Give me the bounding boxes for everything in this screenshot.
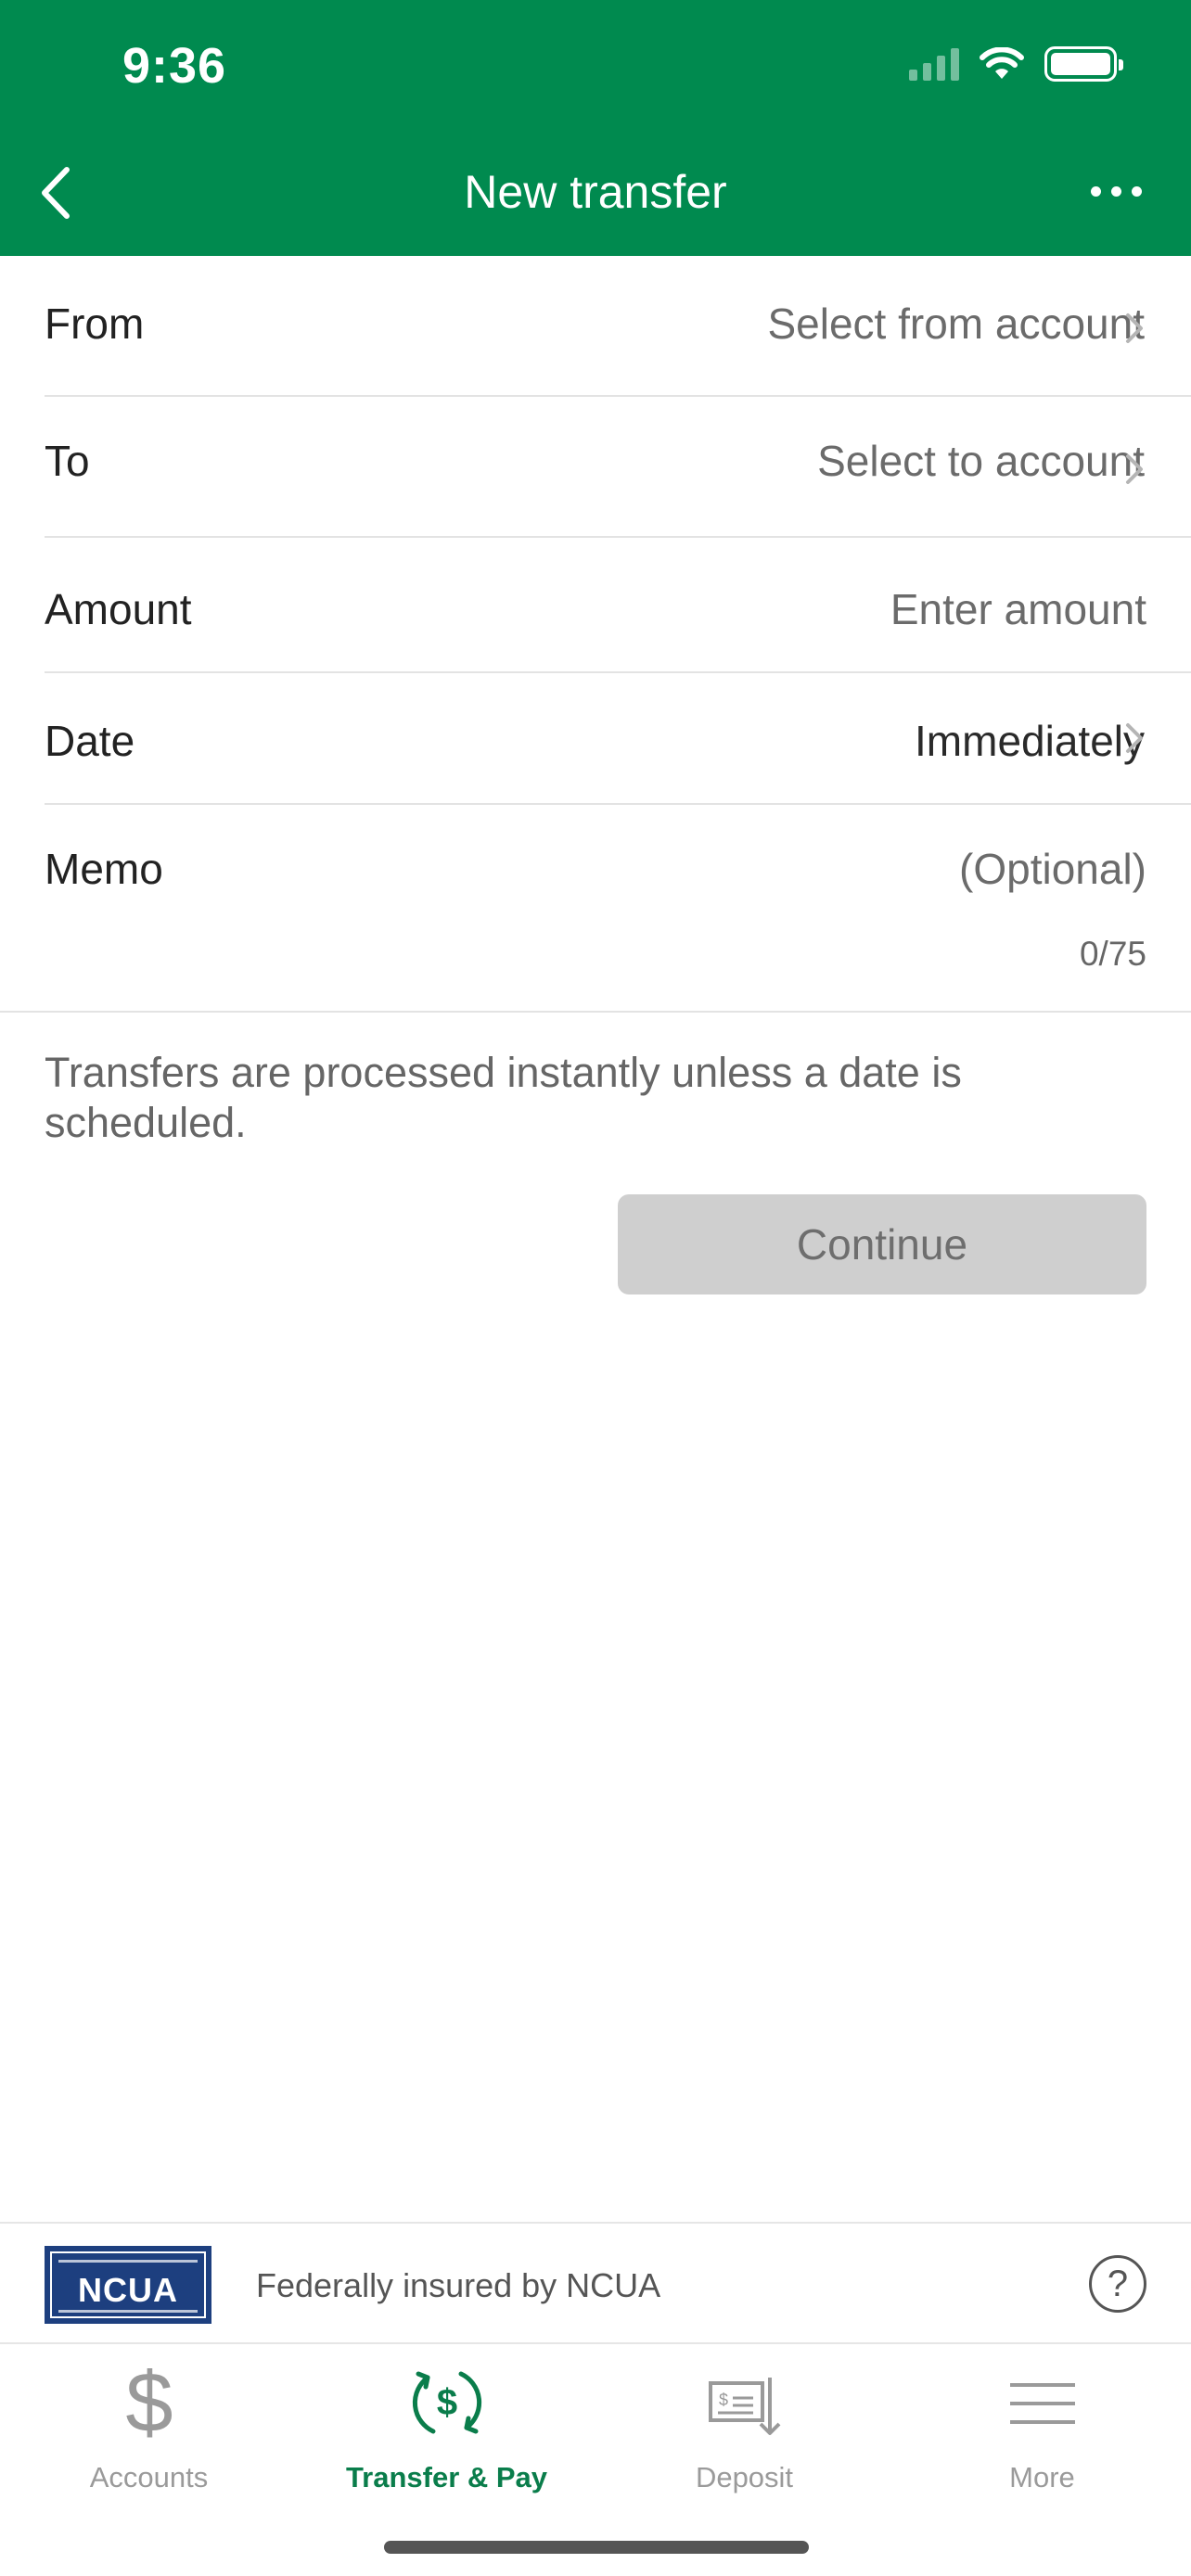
amount-input[interactable]: Enter amount xyxy=(890,584,1146,634)
status-time: 9:36 xyxy=(122,38,227,94)
from-label: From xyxy=(45,300,145,348)
ncua-logo: NCUA xyxy=(45,2246,211,2324)
memo-input[interactable]: (Optional) xyxy=(959,844,1146,894)
to-account-row[interactable]: To Select to account xyxy=(45,397,1191,538)
tab-label: Transfer & Pay xyxy=(345,2461,548,2493)
wifi-icon xyxy=(980,47,1024,79)
date-row[interactable]: Date Immediately xyxy=(45,673,1191,805)
dollar-icon: $ xyxy=(125,2363,173,2442)
dot-icon xyxy=(1131,185,1142,197)
tab-label: More xyxy=(1009,2461,1075,2493)
tab-transfer-pay[interactable]: $ Transfer & Pay xyxy=(298,2344,596,2493)
from-account-row[interactable]: From Select from account xyxy=(45,256,1191,397)
status-icons xyxy=(909,46,1123,82)
more-options-button[interactable] xyxy=(1074,163,1158,219)
chevron-right-icon xyxy=(1126,313,1143,343)
cellular-signal-icon xyxy=(909,47,959,81)
continue-button[interactable]: Continue xyxy=(618,1194,1146,1294)
deposit-check-icon: $ xyxy=(708,2378,780,2435)
svg-text:$: $ xyxy=(436,2382,456,2423)
svg-text:$: $ xyxy=(718,2391,727,2409)
dot-icon xyxy=(1090,185,1101,197)
app-header: 9:36 New transfer xyxy=(0,0,1191,256)
memo-label: Memo xyxy=(45,845,163,893)
tab-label: Deposit xyxy=(695,2461,794,2493)
date-label: Date xyxy=(45,717,135,765)
ncua-insured-text: Federally insured by NCUA xyxy=(256,2266,661,2304)
amount-label: Amount xyxy=(45,585,192,633)
chevron-right-icon xyxy=(1126,454,1143,484)
battery-icon xyxy=(1044,46,1123,82)
ncua-insurance-bar: NCUA Federally insured by NCUA ? xyxy=(0,2222,1191,2344)
svg-text:$: $ xyxy=(125,2363,173,2442)
dot-icon xyxy=(1110,185,1121,197)
from-value: Select from account xyxy=(767,300,1145,348)
transfer-info-text: Transfers are processed instantly unless… xyxy=(45,1049,962,1146)
menu-icon xyxy=(1009,2383,1075,2424)
to-value: Select to account xyxy=(817,437,1145,485)
tab-deposit[interactable]: $ Deposit xyxy=(596,2344,893,2493)
help-icon[interactable]: ? xyxy=(1089,2255,1146,2313)
memo-character-counter: 0/75 xyxy=(1079,935,1146,973)
tab-accounts[interactable]: $ Accounts xyxy=(0,2344,298,2493)
amount-row[interactable]: Amount Enter amount xyxy=(45,538,1191,673)
tab-label: Accounts xyxy=(89,2461,209,2493)
transfer-pay-icon: $ xyxy=(412,2371,481,2434)
ncua-logo-text: NCUA xyxy=(78,2271,178,2309)
chevron-right-icon xyxy=(1126,723,1143,753)
to-label: To xyxy=(45,437,90,485)
page-title: New transfer xyxy=(464,166,727,218)
tab-more[interactable]: More xyxy=(893,2344,1191,2493)
date-value: Immediately xyxy=(915,717,1145,765)
memo-row[interactable]: Memo (Optional) 0/75 xyxy=(0,805,1191,1013)
home-indicator xyxy=(384,2541,809,2554)
